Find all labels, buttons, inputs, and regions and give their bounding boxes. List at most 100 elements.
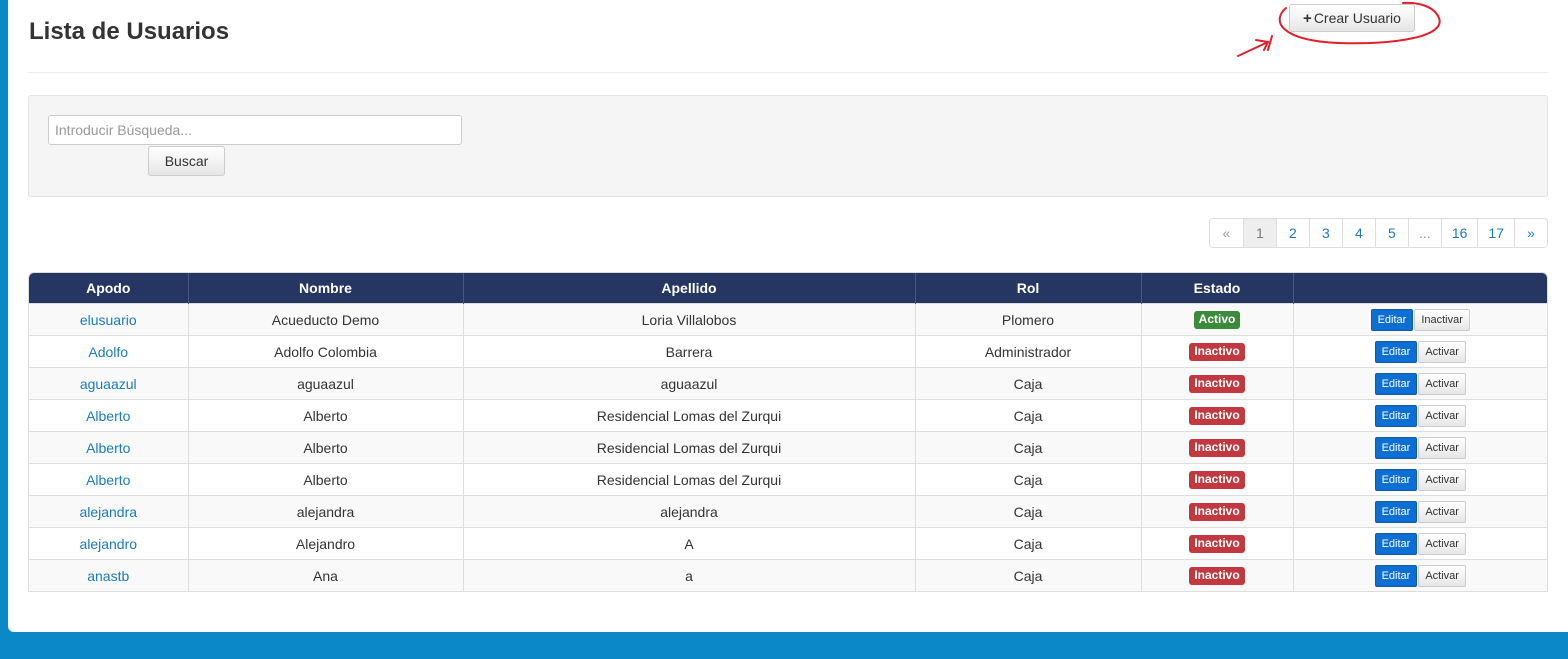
cell-apellido: Residencial Lomas del Zurqui — [463, 431, 916, 464]
apodo-link[interactable]: Alberto — [86, 408, 130, 424]
search-panel: Buscar — [28, 95, 1548, 197]
cell-apodo: aguaazul — [29, 367, 189, 400]
status-badge: Inactivo — [1189, 535, 1245, 553]
edit-button[interactable]: Editar — [1370, 308, 1414, 331]
cell-actions: Editar Activar — [1293, 367, 1547, 400]
activate-button[interactable]: Activar — [1418, 564, 1466, 587]
page-item-1[interactable]: 1 — [1242, 219, 1276, 247]
cell-nombre: Alberto — [188, 399, 464, 432]
cell-apellido: alejandra — [463, 495, 916, 528]
column-header-rol[interactable]: Rol — [915, 273, 1142, 304]
cell-apodo: alejandro — [29, 527, 189, 560]
activate-button[interactable]: Activar — [1418, 436, 1466, 459]
activate-button[interactable]: Activar — [1418, 532, 1466, 555]
apodo-link[interactable]: Alberto — [86, 440, 130, 456]
apodo-link[interactable]: elusuario — [80, 312, 137, 328]
apodo-link[interactable]: alejandro — [79, 536, 137, 552]
cell-rol: Caja — [915, 431, 1142, 464]
deactivate-button[interactable]: Inactivar — [1414, 308, 1470, 331]
search-input[interactable] — [48, 115, 462, 145]
table-header-row: Apodo Nombre Apellido Rol Estado — [29, 273, 1547, 304]
page-item-16[interactable]: 16 — [1440, 219, 1478, 247]
cell-nombre: aguaazul — [188, 367, 464, 400]
cell-rol: Caja — [915, 463, 1142, 496]
apodo-link[interactable]: alejandra — [79, 504, 137, 520]
edit-button[interactable]: Editar — [1374, 372, 1418, 395]
table-row: alejandro Alejandro A Caja Inactivo Editar Act… — [29, 527, 1547, 560]
cell-apodo: anastb — [29, 559, 189, 591]
cell-apellido: Residencial Lomas del Zurqui — [463, 399, 916, 432]
apodo-link[interactable]: Adolfo — [88, 344, 128, 360]
cell-rol: Caja — [915, 399, 1142, 432]
table-row: Alberto Alberto Residencial Lomas del Zurq… — [29, 431, 1547, 464]
cell-nombre: Alberto — [188, 431, 464, 464]
table-row: anastb Ana a Caja Inactivo Editar Activar — [29, 559, 1547, 591]
cell-apellido: Residencial Lomas del Zurqui — [463, 463, 916, 496]
apodo-link[interactable]: anastb — [87, 568, 129, 584]
apodo-link[interactable]: Alberto — [86, 472, 130, 488]
status-badge: Inactivo — [1189, 407, 1245, 425]
column-header-estado[interactable]: Estado — [1141, 273, 1294, 304]
create-user-label: Crear Usuario — [1313, 10, 1401, 26]
cell-apodo: Alberto — [29, 431, 189, 464]
cell-nombre: Ana — [188, 559, 464, 591]
main-panel: Lista de Usuarios + Crear Usuario Buscar… — [8, 0, 1568, 632]
status-badge: Inactivo — [1189, 567, 1245, 585]
edit-button[interactable]: Editar — [1374, 340, 1418, 363]
cell-rol: Caja — [915, 367, 1142, 400]
page-item-3[interactable]: 3 — [1308, 219, 1342, 247]
cell-rol: Caja — [915, 495, 1142, 528]
edit-button[interactable]: Editar — [1374, 500, 1418, 523]
cell-estado: Inactivo — [1141, 495, 1294, 528]
cell-actions: Editar Activar — [1293, 399, 1547, 432]
edit-button[interactable]: Editar — [1374, 564, 1418, 587]
cell-actions: Editar Activar — [1293, 495, 1547, 528]
cell-apellido: Loria Villalobos — [463, 303, 916, 336]
page-item-5[interactable]: 5 — [1374, 219, 1408, 247]
cell-nombre: alejandra — [188, 495, 464, 528]
page-next[interactable]: » — [1514, 219, 1547, 247]
status-badge: Inactivo — [1189, 439, 1245, 457]
cell-rol: Plomero — [915, 303, 1142, 336]
column-header-apodo[interactable]: Apodo — [29, 273, 189, 304]
create-user-button[interactable]: + Crear Usuario — [1289, 4, 1415, 32]
cell-estado: Inactivo — [1141, 335, 1294, 368]
column-header-nombre[interactable]: Nombre — [188, 273, 464, 304]
cell-estado: Inactivo — [1141, 431, 1294, 464]
cell-actions: Editar Activar — [1293, 335, 1547, 368]
cell-apodo: Adolfo — [29, 335, 189, 368]
table-row: Alberto Alberto Residencial Lomas del Zurq… — [29, 399, 1547, 432]
table-row: alejandra alejandra alejandra Caja Inactivo E… — [29, 495, 1547, 528]
activate-button[interactable]: Activar — [1418, 372, 1466, 395]
cell-rol: Administrador — [915, 335, 1142, 368]
cell-apellido: A — [463, 527, 916, 560]
cell-apodo: Alberto — [29, 399, 189, 432]
activate-button[interactable]: Activar — [1418, 404, 1466, 427]
search-button[interactable]: Buscar — [148, 146, 225, 176]
edit-button[interactable]: Editar — [1374, 436, 1418, 459]
activate-button[interactable]: Activar — [1418, 340, 1466, 363]
activate-button[interactable]: Activar — [1418, 468, 1466, 491]
page-prev[interactable]: « — [1209, 219, 1243, 247]
page-item-2[interactable]: 2 — [1275, 219, 1309, 247]
activate-button[interactable]: Activar — [1418, 500, 1466, 523]
page-ellipsis: ... — [1407, 219, 1441, 247]
edit-button[interactable]: Editar — [1374, 468, 1418, 491]
cell-actions: Editar Activar — [1293, 431, 1547, 464]
cell-apodo: elusuario — [29, 303, 189, 336]
page-item-17[interactable]: 17 — [1477, 219, 1514, 247]
users-table: Apodo Nombre Apellido Rol Estado elusuar… — [28, 272, 1548, 592]
cell-actions: Editar Activar — [1293, 559, 1547, 591]
status-badge: Inactivo — [1189, 503, 1245, 521]
table-row: aguaazul aguaazul aguaazul Caja Inactivo Edit… — [29, 367, 1547, 400]
edit-button[interactable]: Editar — [1374, 404, 1418, 427]
column-header-apellido[interactable]: Apellido — [463, 273, 916, 304]
page-item-4[interactable]: 4 — [1341, 219, 1375, 247]
apodo-link[interactable]: aguaazul — [80, 376, 137, 392]
cell-estado: Inactivo — [1141, 559, 1294, 591]
table-row: Adolfo Adolfo Colombia Barrera Administrado… — [29, 335, 1547, 368]
cell-rol: Caja — [915, 527, 1142, 560]
edit-button[interactable]: Editar — [1374, 532, 1418, 555]
cell-estado: Inactivo — [1141, 463, 1294, 496]
cell-estado: Inactivo — [1141, 399, 1294, 432]
